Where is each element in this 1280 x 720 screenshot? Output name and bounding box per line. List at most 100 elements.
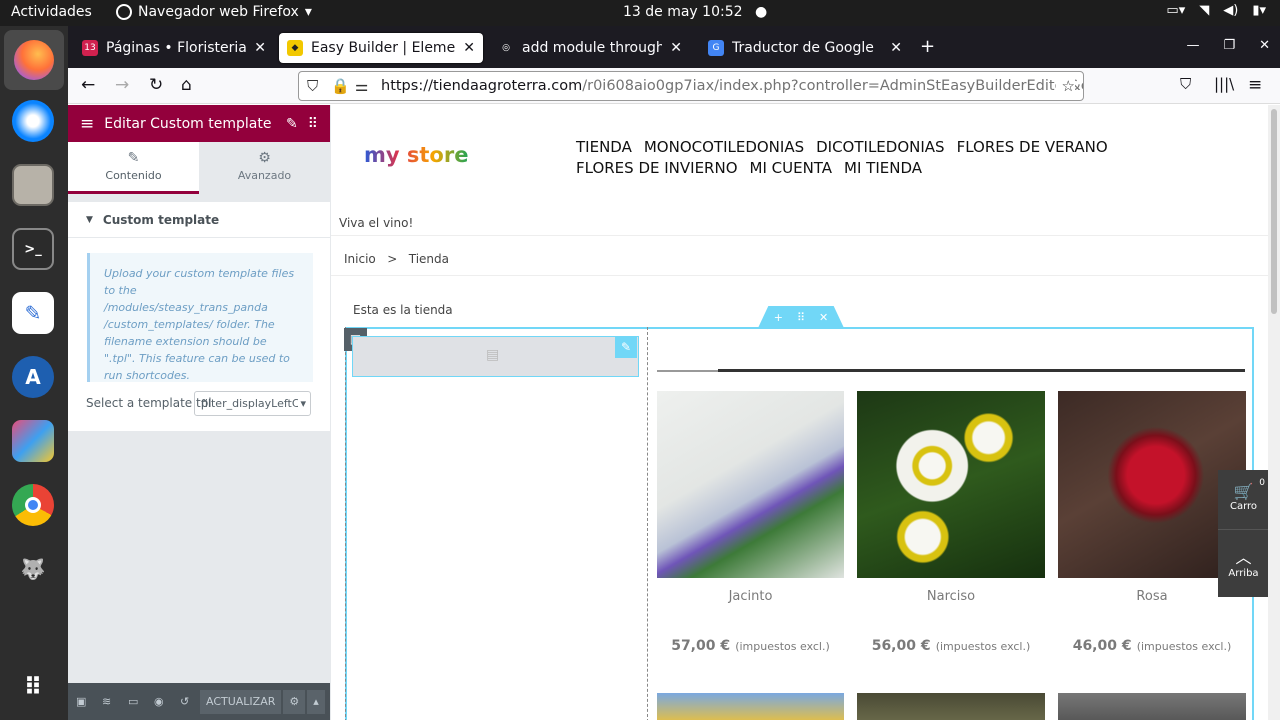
browser-nav-bar: ← → ↻ ⌂ ⛉ 🔒 ⚌ https://tiendaagroterra.co… <box>68 68 1280 104</box>
tab-traductor[interactable]: G Traductor de Google ✕ <box>700 33 910 63</box>
close-icon[interactable]: ✕ <box>463 40 475 56</box>
menu-item-tienda[interactable]: TIENDA <box>576 137 632 158</box>
show-apps-icon[interactable]: ⠿ <box>12 666 54 708</box>
history-icon[interactable]: ↺ <box>180 695 200 708</box>
section-header[interactable]: ▼ Custom template <box>68 202 330 238</box>
files-icon[interactable] <box>12 164 54 206</box>
system-top-bar: Actividades Navegador web Firefox ▾ 13 de… <box>0 0 1280 26</box>
close-window-icon[interactable]: ✕ <box>1259 38 1270 53</box>
layers-icon[interactable]: ≋ <box>102 695 128 708</box>
tab-add-module[interactable]: ◎ add module through easy ✕ <box>490 33 690 63</box>
gimp-icon[interactable]: 🐺 <box>12 548 54 590</box>
url-bar[interactable]: ⛉ 🔒 ⚌ https://tiendaagroterra.com/r0i608… <box>298 71 1084 101</box>
drag-icon[interactable]: ⠿ <box>797 311 805 324</box>
menu-item-mi-cuenta[interactable]: MI CUENTA <box>750 158 833 179</box>
edit-widget-icon[interactable]: ✎ <box>615 336 637 358</box>
tab-title: add module through easy <box>522 40 663 56</box>
clock[interactable]: 13 de may 10:52 ● <box>623 4 767 20</box>
tab-avanzado-label: Avanzado <box>237 169 292 182</box>
tab-favicon: G <box>708 40 724 56</box>
home-icon[interactable]: ⌂ <box>181 75 192 95</box>
menu-item-flores-de-verano[interactable]: FLORES DE VERANO <box>957 137 1108 158</box>
panel-header: ≡ Editar Custom template ✎ ⠿ <box>68 105 330 142</box>
product-name-jacinto[interactable]: Jacinto <box>657 589 844 604</box>
caret-down-icon: ▼ <box>86 214 93 225</box>
back-icon[interactable]: ← <box>81 75 95 95</box>
minimize-icon[interactable]: — <box>1186 38 1199 53</box>
add-icon[interactable]: + <box>774 311 783 324</box>
system-tray[interactable]: ▭▾ ◥ ◀) ▮▾ <box>1166 3 1266 18</box>
template-select-value: filter_displayLeftC <box>201 397 300 410</box>
breadcrumb-separator: > <box>387 252 398 266</box>
text-editor-icon[interactable]: ✎ <box>12 292 54 334</box>
breadcrumb-home[interactable]: Inicio <box>344 252 376 266</box>
close-icon[interactable]: ✕ <box>819 311 828 324</box>
back-to-top-label: Arriba <box>1228 568 1259 579</box>
navigator-icon[interactable]: ▣ <box>76 695 102 708</box>
screen-icon: ▭▾ <box>1166 3 1186 18</box>
product-price-rosa: 46,00 € (impuestos excl.) <box>1058 635 1246 654</box>
thunderbird-icon[interactable] <box>12 100 54 142</box>
store-logo[interactable]: my store <box>364 143 468 167</box>
section-handle[interactable]: + ⠿ ✕ <box>758 306 844 328</box>
update-options-icon[interactable]: ⚙ <box>283 689 306 714</box>
product-image-next-3[interactable] <box>1058 693 1246 720</box>
clock-label: 13 de may 10:52 <box>623 4 743 20</box>
pocket-icon[interactable]: ⛉ <box>1180 75 1191 93</box>
page-scrollbar[interactable] <box>1268 105 1280 720</box>
caret-up-icon[interactable]: ▴ <box>307 689 325 714</box>
terminal-icon[interactable]: >_ <box>12 228 54 270</box>
tab-easy-builder[interactable]: ◆ Easy Builder | Elementor ✕ <box>279 33 483 63</box>
cart-button[interactable]: 🛒 Carro 0 <box>1218 470 1269 530</box>
back-to-top-button[interactable]: ︿ Arriba <box>1218 530 1269 579</box>
responsive-icon[interactable]: ▭ <box>128 695 154 708</box>
shield-icon[interactable]: ⛉ <box>307 77 318 95</box>
app-menu[interactable]: Navegador web Firefox ▾ <box>116 4 312 20</box>
close-icon[interactable]: ✕ <box>670 40 682 56</box>
hamburger-icon[interactable]: ≡ <box>80 114 94 134</box>
update-button-label: ACTUALIZAR <box>206 694 276 708</box>
forward-icon[interactable]: → <box>115 75 129 95</box>
template-select[interactable]: filter_displayLeftC ▾ <box>194 391 311 416</box>
tab-avanzado[interactable]: ⚙ Avanzado <box>199 142 330 194</box>
product-image-next-1[interactable] <box>657 693 844 720</box>
cart-count-badge: 0 <box>1259 478 1265 488</box>
restore-icon[interactable]: ❐ <box>1223 38 1235 53</box>
close-icon[interactable]: ✕ <box>890 40 902 56</box>
menu-item-dicotiledonias[interactable]: DICOTILEDONIAS <box>816 137 944 158</box>
library-icon[interactable]: |||\ <box>1214 75 1234 93</box>
lock-icon[interactable]: 🔒 <box>331 77 350 95</box>
preview-eye-icon[interactable]: ◉ <box>154 695 180 708</box>
tab-paginas[interactable]: 13 Páginas • Floristeria Orqu ✕ <box>74 33 274 63</box>
tab-contenido[interactable]: ✎ Contenido <box>68 142 199 194</box>
menu-item-mi-tienda[interactable]: MI TIENDA <box>844 158 922 179</box>
product-image-next-2[interactable] <box>857 693 1045 720</box>
reload-icon[interactable]: ↻ <box>149 75 163 95</box>
firefox-small-icon <box>116 4 132 20</box>
product-name-narciso[interactable]: Narciso <box>857 589 1045 604</box>
products-rule-dark <box>718 369 1245 372</box>
column-outline <box>345 327 346 720</box>
android-studio-icon[interactable]: A <box>12 356 54 398</box>
edit-template-icon[interactable]: ✎ <box>286 116 298 132</box>
bookmark-star-icon[interactable]: ☆ <box>1055 77 1075 95</box>
menu-icon[interactable]: ≡ <box>1248 75 1262 95</box>
product-image-narciso[interactable] <box>857 391 1045 578</box>
firefox-icon[interactable] <box>4 30 64 90</box>
menu-item-monocotiledonias[interactable]: MONOCOTILEDONIAS <box>644 137 804 158</box>
update-button[interactable]: ACTUALIZAR <box>200 689 282 714</box>
activities-button[interactable]: Actividades <box>11 4 92 20</box>
price-value: 57,00 € <box>671 638 731 654</box>
column-divider <box>647 327 648 720</box>
tab-title: Traductor de Google <box>732 40 874 56</box>
widget-placeholder[interactable]: ▤ <box>352 336 639 377</box>
chrome-icon[interactable] <box>12 484 54 526</box>
product-image-jacinto[interactable] <box>657 391 844 578</box>
scrollbar-thumb[interactable] <box>1271 109 1277 314</box>
close-icon[interactable]: ✕ <box>254 40 266 56</box>
new-tab-button[interactable]: + <box>920 36 935 57</box>
menu-item-flores-de-invierno[interactable]: FLORES DE INVIERNO <box>576 158 738 179</box>
cube-app-icon[interactable] <box>12 420 54 462</box>
permissions-icon[interactable]: ⚌ <box>355 77 368 95</box>
widgets-grid-icon[interactable]: ⠿ <box>308 116 318 132</box>
